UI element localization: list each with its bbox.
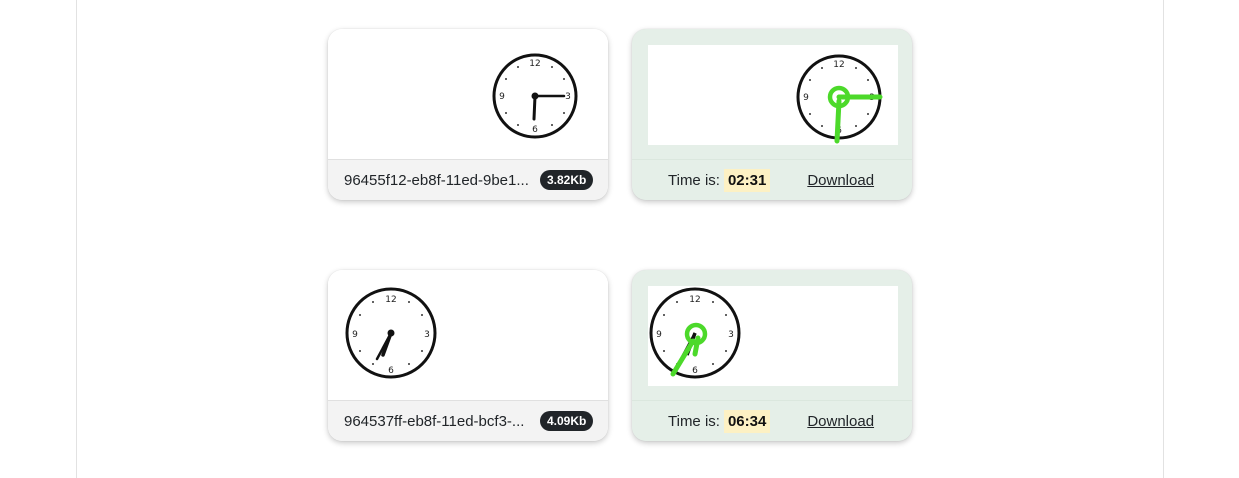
svg-text:3: 3 (424, 330, 430, 340)
detected-time: 06:34 (723, 409, 771, 433)
svg-text:3: 3 (565, 92, 571, 102)
card-footer: 964537ff-eb8f-11ed-bcf3-... 4.09Kb (328, 400, 608, 441)
result-footer: Time is: 02:31 Download (632, 159, 912, 200)
svg-text:12: 12 (689, 295, 700, 305)
svg-text:9: 9 (499, 92, 505, 102)
detected-time: 02:31 (723, 168, 771, 192)
svg-text:6: 6 (692, 366, 698, 376)
time-label: Time is: (668, 171, 720, 189)
result-card: 12 3 6 9 Time is: 02:31 Download (632, 29, 912, 200)
source-image-card: 12 3 6 9 964537ff-eb8f-11ed-bcf3-... 4.0… (328, 270, 608, 441)
detected-clock-image: 12 3 6 9 (648, 45, 898, 145)
svg-text:6: 6 (388, 366, 394, 376)
svg-text:9: 9 (656, 330, 662, 340)
clock-image: 12 3 6 9 (328, 29, 608, 160)
clock-face: 12 3 6 9 (345, 287, 437, 379)
svg-text:9: 9 (803, 93, 809, 103)
card-footer: 96455f12-eb8f-11ed-9be1... 3.82Kb (328, 159, 608, 200)
svg-text:9: 9 (352, 330, 358, 340)
result-card: 12 3 6 9 Time is: 06:34 Download (632, 270, 912, 441)
svg-text:12: 12 (529, 59, 540, 69)
clock-face: 12 3 6 9 (649, 287, 741, 379)
svg-text:3: 3 (728, 330, 734, 340)
download-link[interactable]: Download (807, 413, 874, 430)
file-size-badge: 4.09Kb (540, 411, 594, 431)
clock-image: 12 3 6 9 (328, 270, 608, 401)
source-image-card: 12 3 6 9 96455f12-eb8f-11ed-9be1... 3.82… (328, 29, 608, 200)
page-container (76, 0, 1164, 478)
svg-text:12: 12 (833, 60, 844, 70)
clock-face: 12 3 6 9 (492, 53, 578, 139)
file-name: 96455f12-eb8f-11ed-9be1... (344, 171, 529, 189)
result-footer: Time is: 06:34 Download (632, 400, 912, 441)
download-link[interactable]: Download (807, 172, 874, 189)
file-size-badge: 3.82Kb (540, 170, 594, 190)
file-name: 964537ff-eb8f-11ed-bcf3-... (344, 412, 525, 430)
time-label: Time is: (668, 412, 720, 430)
svg-text:6: 6 (532, 125, 538, 135)
detected-clock-image: 12 3 6 9 (648, 286, 898, 386)
svg-text:12: 12 (385, 295, 396, 305)
